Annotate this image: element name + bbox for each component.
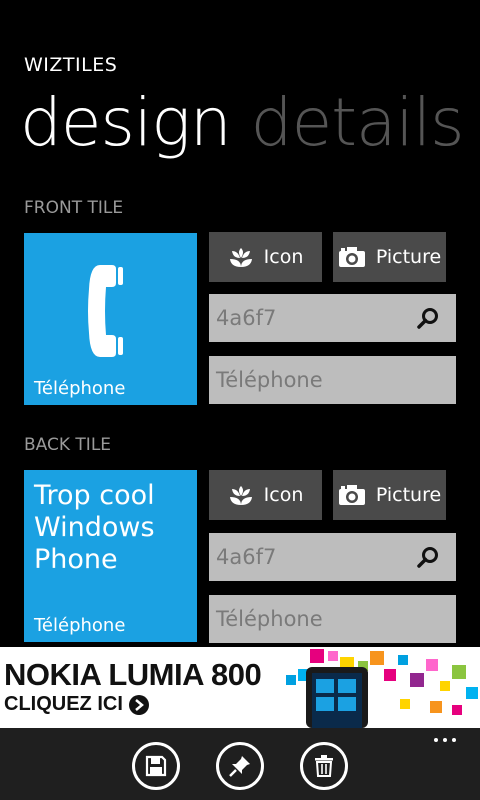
ad-headline: NOKIA LUMIA 800 [4, 657, 262, 692]
pivot-design[interactable]: design [20, 84, 232, 161]
search-icon[interactable] [416, 306, 440, 330]
search-icon[interactable] [416, 545, 440, 569]
front-title-field[interactable]: Téléphone [209, 356, 456, 404]
front-icon-button-label: Icon [263, 246, 304, 268]
back-color-field[interactable]: 4a6f7 [209, 533, 456, 581]
front-picture-button[interactable]: Picture [333, 232, 446, 282]
front-icon-button[interactable]: Icon [209, 232, 322, 282]
back-icon-button-label: Icon [263, 484, 304, 506]
app-title: WIZTILES [24, 54, 118, 76]
back-title-value: Téléphone [216, 607, 323, 631]
pin-icon [229, 756, 250, 777]
front-picture-button-label: Picture [375, 246, 442, 268]
app-bar [0, 728, 480, 800]
back-color-value: 4a6f7 [216, 545, 277, 569]
arrow-right-icon [128, 694, 149, 715]
ad-cta-text: CLIQUEZ ICI [4, 693, 123, 715]
camera-icon [338, 485, 365, 505]
back-tile-title: Téléphone [34, 615, 126, 636]
back-tile-label: BACK TILE [24, 435, 112, 455]
pivot-header: design details [20, 82, 465, 164]
pivot-details[interactable]: details [251, 84, 465, 161]
back-picture-button-label: Picture [375, 484, 442, 506]
front-tile-label: FRONT TILE [24, 198, 124, 218]
phone-icon [88, 265, 123, 357]
back-picture-button[interactable]: Picture [333, 470, 446, 520]
delete-button[interactable] [300, 742, 348, 790]
front-title-value: Téléphone [216, 368, 323, 392]
save-button[interactable] [132, 742, 180, 790]
ellipsis-icon[interactable] [434, 738, 456, 742]
ad-banner[interactable]: NOKIA LUMIA 800 CLIQUEZ ICI [0, 647, 480, 728]
delete-icon [315, 755, 333, 777]
flower-icon [229, 248, 252, 267]
front-tile-title: Téléphone [34, 378, 126, 399]
ad-phone-art [286, 649, 478, 728]
ad-cta: CLIQUEZ ICI [4, 693, 149, 716]
back-tile-message: Trop cool Windows Phone [34, 480, 155, 575]
front-color-field[interactable]: 4a6f7 [209, 294, 456, 342]
front-color-value: 4a6f7 [216, 306, 277, 330]
flower-icon [229, 486, 252, 505]
pin-button[interactable] [216, 742, 264, 790]
front-tile-preview[interactable]: Téléphone [24, 233, 197, 405]
back-tile-preview[interactable]: Trop cool Windows Phone Téléphone [24, 470, 197, 642]
back-title-field[interactable]: Téléphone [209, 595, 456, 643]
back-icon-button[interactable]: Icon [209, 470, 322, 520]
camera-icon [338, 247, 365, 267]
save-icon [145, 755, 167, 777]
